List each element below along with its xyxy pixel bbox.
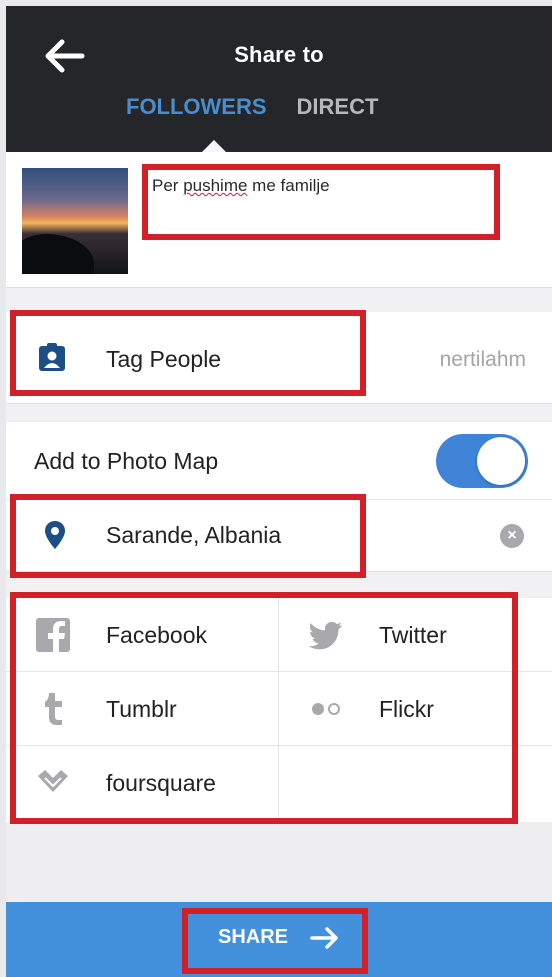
tag-people-row[interactable]: Tag People nertilahm [6, 312, 552, 404]
caption-input[interactable]: Per pushime me familje [152, 176, 330, 196]
tumblr-icon [45, 693, 62, 725]
share-services-grid: Facebook Twitter Tumblr Flickr foursquar… [6, 598, 552, 822]
share-empty-cell [279, 746, 552, 820]
share-foursquare[interactable]: foursquare [6, 746, 279, 820]
location-pin-icon [45, 521, 65, 549]
foursquare-label: foursquare [106, 770, 216, 796]
tab-direct[interactable]: DIRECT [297, 94, 379, 120]
location-row[interactable]: Sarande, Albania × [6, 500, 552, 572]
page-title: Share to [234, 42, 324, 67]
share-button-label: SHARE [218, 926, 289, 948]
location-label: Sarande, Albania [106, 522, 282, 548]
flickr-icon [312, 703, 340, 715]
active-tab-indicator [202, 140, 226, 152]
facebook-icon [36, 618, 70, 652]
caption-section: Per pushime me familje [6, 152, 552, 288]
share-facebook[interactable]: Facebook [6, 598, 279, 672]
arrow-right-icon [310, 927, 338, 949]
toggle-knob [477, 437, 525, 485]
facebook-label: Facebook [106, 622, 208, 648]
foursquare-icon [38, 770, 68, 792]
photo-map-row: Add to Photo Map [6, 422, 552, 500]
tab-followers[interactable]: FOLLOWERS [126, 94, 267, 120]
flickr-label: Flickr [379, 696, 434, 722]
misspelled-word: pushime [183, 176, 248, 195]
share-twitter[interactable]: Twitter [279, 598, 552, 672]
clear-location-icon[interactable]: × [500, 524, 524, 548]
tagged-username: nertilahm [439, 348, 526, 371]
person-tag-icon [39, 343, 65, 371]
share-button[interactable]: SHARE [6, 902, 552, 977]
twitter-icon [309, 621, 342, 650]
photo-thumbnail [22, 168, 128, 274]
tag-people-label: Tag People [106, 346, 222, 372]
photo-map-toggle[interactable] [436, 434, 528, 488]
share-header: Share to FOLLOWERS DIRECT [6, 6, 552, 152]
photo-map-label: Add to Photo Map [34, 448, 219, 474]
share-flickr[interactable]: Flickr [279, 672, 552, 746]
twitter-label: Twitter [379, 622, 447, 648]
tumblr-label: Tumblr [106, 696, 177, 722]
share-tumblr[interactable]: Tumblr [6, 672, 279, 746]
share-screen: Share to FOLLOWERS DIRECT Per pushime me… [6, 6, 552, 977]
share-tabs: FOLLOWERS DIRECT [126, 94, 378, 120]
